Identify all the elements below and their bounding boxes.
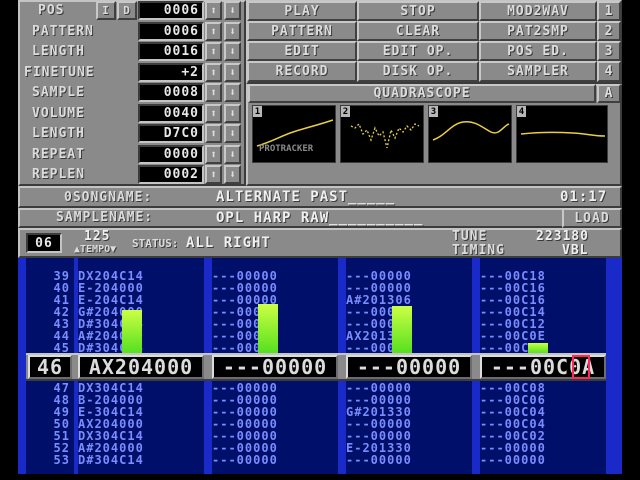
scope-waveform-1 (256, 119, 334, 147)
menu-num-4-button[interactable]: 4 (597, 61, 621, 82)
replen-down-arrow-icon[interactable]: ⬇ (224, 165, 241, 184)
volume-label: VOLUME (32, 105, 85, 121)
songname-value[interactable]: ALTERNATE PAST_____ (216, 188, 395, 206)
pos-value[interactable]: 0006 (138, 1, 204, 20)
sample-label: SAMPLE (32, 85, 85, 100)
record-button[interactable]: RECORD (247, 61, 357, 82)
play-button[interactable]: PLAY (247, 1, 357, 21)
status-label: STATUS: (132, 236, 179, 250)
status-text: ALL RIGHT (186, 235, 271, 251)
repeat-up-arrow-icon[interactable]: ⬆ (205, 144, 222, 164)
vu-meter-1 (122, 310, 142, 353)
edit-cursor (572, 355, 590, 379)
sample-value[interactable]: 0008 (138, 83, 204, 102)
octave-display[interactable]: 06 (26, 233, 62, 253)
tune-value: 223180 (536, 228, 589, 244)
pos-down-arrow-icon[interactable]: ⬇ (224, 1, 241, 20)
vu-meter-4 (528, 343, 548, 353)
scope-channel-3: 3 (428, 105, 512, 163)
songname-label: 0SONGNAME: (64, 189, 153, 205)
menu-num-2-button[interactable]: 2 (597, 21, 621, 41)
pos-up-arrow-icon[interactable]: ⬆ (205, 1, 222, 20)
cursor-cell-track-2[interactable]: ---00000 (212, 355, 338, 379)
clear-button[interactable]: CLEAR (357, 21, 479, 41)
sample-length-up-arrow-icon[interactable]: ⬆ (205, 124, 222, 143)
pattern-cell[interactable]: ---00000 (346, 454, 472, 466)
length-value[interactable]: 0016 (138, 42, 204, 61)
sample-up-arrow-icon[interactable]: ⬆ (205, 83, 222, 102)
scope-waveform-2 (350, 122, 420, 149)
pattern-value[interactable]: 0006 (138, 21, 204, 41)
volume-down-arrow-icon[interactable]: ⬇ (224, 103, 241, 123)
vu-meter-3 (392, 306, 412, 353)
tempo-value: 125 (84, 228, 111, 244)
tune-label: TUNE (452, 228, 488, 244)
length-label: LENGTH (32, 44, 85, 59)
replen-label: REPLEN (32, 167, 85, 182)
pattern-cell[interactable]: ---00000 (480, 454, 606, 466)
delete-position-button[interactable]: D (117, 1, 137, 20)
pattern-button[interactable]: PATTERN (247, 21, 357, 41)
pos-label: POS (38, 3, 65, 18)
repeat-down-arrow-icon[interactable]: ⬇ (224, 144, 241, 164)
insert-position-button[interactable]: I (96, 1, 116, 20)
scope-waveform-3 (432, 120, 510, 141)
repeat-label: REPEAT (32, 146, 85, 162)
sample-length-down-arrow-icon[interactable]: ⬇ (224, 124, 241, 143)
load-button[interactable]: LOAD (562, 208, 622, 228)
cursor-cell-track-3[interactable]: ---00000 (346, 355, 472, 379)
row-number: 53 (53, 453, 70, 467)
pat2smp-button[interactable]: PAT2SMP (479, 21, 597, 41)
timing-value: VBL (562, 242, 589, 258)
quadrascope-title[interactable]: QUADRASCOPE (248, 84, 596, 103)
pattern-cell[interactable]: D#304C14 (78, 454, 204, 466)
edit-button[interactable]: EDIT (247, 41, 357, 61)
finetune-label: FINETUNE (24, 64, 95, 80)
scope-channel-4: 4 (516, 105, 608, 163)
stop-button[interactable]: STOP (357, 1, 479, 21)
sample-length-label: LENGTH (32, 126, 85, 141)
song-time: 01:17 (560, 189, 608, 205)
edit-op-button[interactable]: EDIT OP. (357, 41, 479, 61)
repeat-value[interactable]: 0000 (138, 144, 204, 164)
menu-num-3-button[interactable]: 3 (597, 41, 621, 61)
mod2wav-button[interactable]: MOD2WAV (479, 1, 597, 21)
finetune-value[interactable]: +2 (138, 62, 204, 82)
protracker-logo: PROTRACKER (259, 144, 314, 154)
pattern-down-arrow-icon[interactable]: ⬇ (224, 21, 241, 41)
sample-down-arrow-icon[interactable]: ⬇ (224, 83, 241, 102)
replen-value[interactable]: 0002 (138, 165, 204, 184)
quadrascope-toggle-button[interactable]: A (597, 84, 621, 103)
vu-meter-2 (258, 304, 278, 353)
tempo-label[interactable]: ▲TEMPO▼ (74, 243, 116, 255)
samplename-label: SAMPLENAME: (56, 210, 154, 225)
samplename-value[interactable]: OPL HARP RAW__________ (216, 209, 423, 226)
pattern-cell[interactable]: ---00000 (212, 454, 338, 466)
volume-value[interactable]: 0040 (138, 103, 204, 123)
pattern-label: PATTERN (32, 23, 94, 39)
pattern-up-arrow-icon[interactable]: ⬆ (205, 21, 222, 41)
sample-length-value[interactable]: D7C0 (138, 124, 204, 143)
length-up-arrow-icon[interactable]: ⬆ (205, 42, 222, 61)
length-down-arrow-icon[interactable]: ⬇ (224, 42, 241, 61)
timing-label: TIMING (452, 242, 505, 258)
sampler-button[interactable]: SAMPLER (479, 61, 597, 82)
scope-waveform-4 (520, 131, 606, 137)
finetune-down-arrow-icon[interactable]: ⬇ (224, 62, 241, 82)
replen-up-arrow-icon[interactable]: ⬆ (205, 165, 222, 184)
pos-ed-button[interactable]: POS ED. (479, 41, 597, 61)
scope-channel-1: 1 PROTRACKER (252, 105, 336, 163)
finetune-up-arrow-icon[interactable]: ⬆ (205, 62, 222, 82)
cursor-cell-track-1[interactable]: AX204000 (78, 355, 204, 379)
menu-num-1-button[interactable]: 1 (597, 1, 621, 21)
scope-channel-2: 2 (340, 105, 424, 163)
disk-op-button[interactable]: DISK OP. (357, 61, 479, 82)
volume-up-arrow-icon[interactable]: ⬆ (205, 103, 222, 123)
cursor-row-number: 46 (28, 355, 72, 379)
